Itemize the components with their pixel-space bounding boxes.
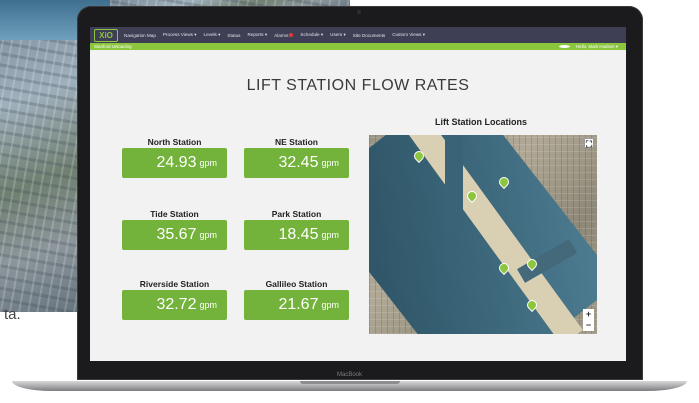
background-text-fragment: ta. <box>4 306 21 323</box>
app-screen: XiO Navigation Map Process Views ▾ Level… <box>90 27 626 361</box>
station-park[interactable]: Park Station 18.45 gpm <box>244 209 349 250</box>
station-name: Tide Station <box>150 209 199 219</box>
station-value-box: 21.67 gpm <box>244 290 349 320</box>
laptop-notch <box>300 381 400 384</box>
station-riverside[interactable]: Riverside Station 32.72 gpm <box>122 279 227 320</box>
fullscreen-icon[interactable]: ⛶ <box>584 138 594 149</box>
site-name: Stanford Unloading <box>94 44 132 49</box>
station-tide[interactable]: Tide Station 35.67 gpm <box>122 209 227 250</box>
nav-alarms-label: Alarms <box>274 32 289 38</box>
station-unit: gpm <box>321 230 339 240</box>
nav-status[interactable]: Status <box>227 33 240 38</box>
station-value: 18.45 <box>278 226 319 243</box>
lift-station-map[interactable]: ⛶ + − <box>369 135 597 334</box>
station-name: Park Station <box>271 209 322 219</box>
nav-levels[interactable]: Levels ▾ <box>204 32 221 38</box>
station-unit: gpm <box>199 300 217 310</box>
logo[interactable]: XiO <box>94 28 118 42</box>
station-value-box: 35.67 gpm <box>122 220 227 250</box>
station-value-box: 32.72 gpm <box>122 290 227 320</box>
page-title: LIFT STATION FLOW RATES <box>246 77 470 94</box>
station-value: 21.67 <box>278 296 319 313</box>
station-value: 32.72 <box>156 296 197 313</box>
station-unit: gpm <box>321 300 339 310</box>
alarm-badge-icon <box>289 33 294 38</box>
station-name: North Station <box>147 137 202 147</box>
station-name: Gallileo Station <box>265 279 328 289</box>
sub-header-bar: Stanford Unloading Hello, Mark Hudson ▾ <box>90 43 626 50</box>
nav-custom-views[interactable]: Custom Views ▾ <box>392 32 425 38</box>
station-ne[interactable]: NE Station 32.45 gpm <box>244 137 349 178</box>
nav-alarms[interactable]: Alarms <box>274 32 294 38</box>
camera <box>357 10 361 14</box>
zoom-in-button[interactable]: + <box>583 309 594 320</box>
map-title: Lift Station Locations <box>435 117 527 127</box>
station-value-box: 18.45 gpm <box>244 220 349 250</box>
map-zoom-control: + − <box>583 309 594 331</box>
user-menu[interactable]: Hello, Mark Hudson ▾ <box>555 44 626 50</box>
station-value-box: 24.93 gpm <box>122 148 227 178</box>
station-unit: gpm <box>199 230 217 240</box>
user-menu-label: Hello, Mark Hudson ▾ <box>576 43 618 49</box>
zoom-out-button[interactable]: − <box>583 320 594 331</box>
station-north[interactable]: North Station 24.93 gpm <box>122 137 227 178</box>
station-value: 32.45 <box>278 154 319 171</box>
nav-site-documents[interactable]: Site Documents <box>353 33 385 38</box>
nav-reports[interactable]: Reports ▾ <box>247 32 267 38</box>
top-navbar: XiO Navigation Map Process Views ▾ Level… <box>90 27 626 43</box>
map-harbor <box>445 135 463 230</box>
station-name: NE Station <box>275 137 318 147</box>
station-unit: gpm <box>199 158 217 168</box>
nav-users[interactable]: Users ▾ <box>330 32 346 38</box>
station-unit: gpm <box>321 158 339 168</box>
user-icon <box>559 44 571 48</box>
laptop-brand-label: MacBook <box>336 372 362 378</box>
station-value: 24.93 <box>156 154 197 171</box>
nav-schedule[interactable]: Schedule ▾ <box>300 32 323 38</box>
nav-navigation-map[interactable]: Navigation Map <box>124 33 156 38</box>
station-value-box: 32.45 gpm <box>244 148 349 178</box>
station-value: 35.67 <box>156 226 197 243</box>
station-name: Riverside Station <box>139 279 210 289</box>
nav-process-views[interactable]: Process Views ▾ <box>163 32 197 38</box>
station-gallileo[interactable]: Gallileo Station 21.67 gpm <box>244 279 349 320</box>
